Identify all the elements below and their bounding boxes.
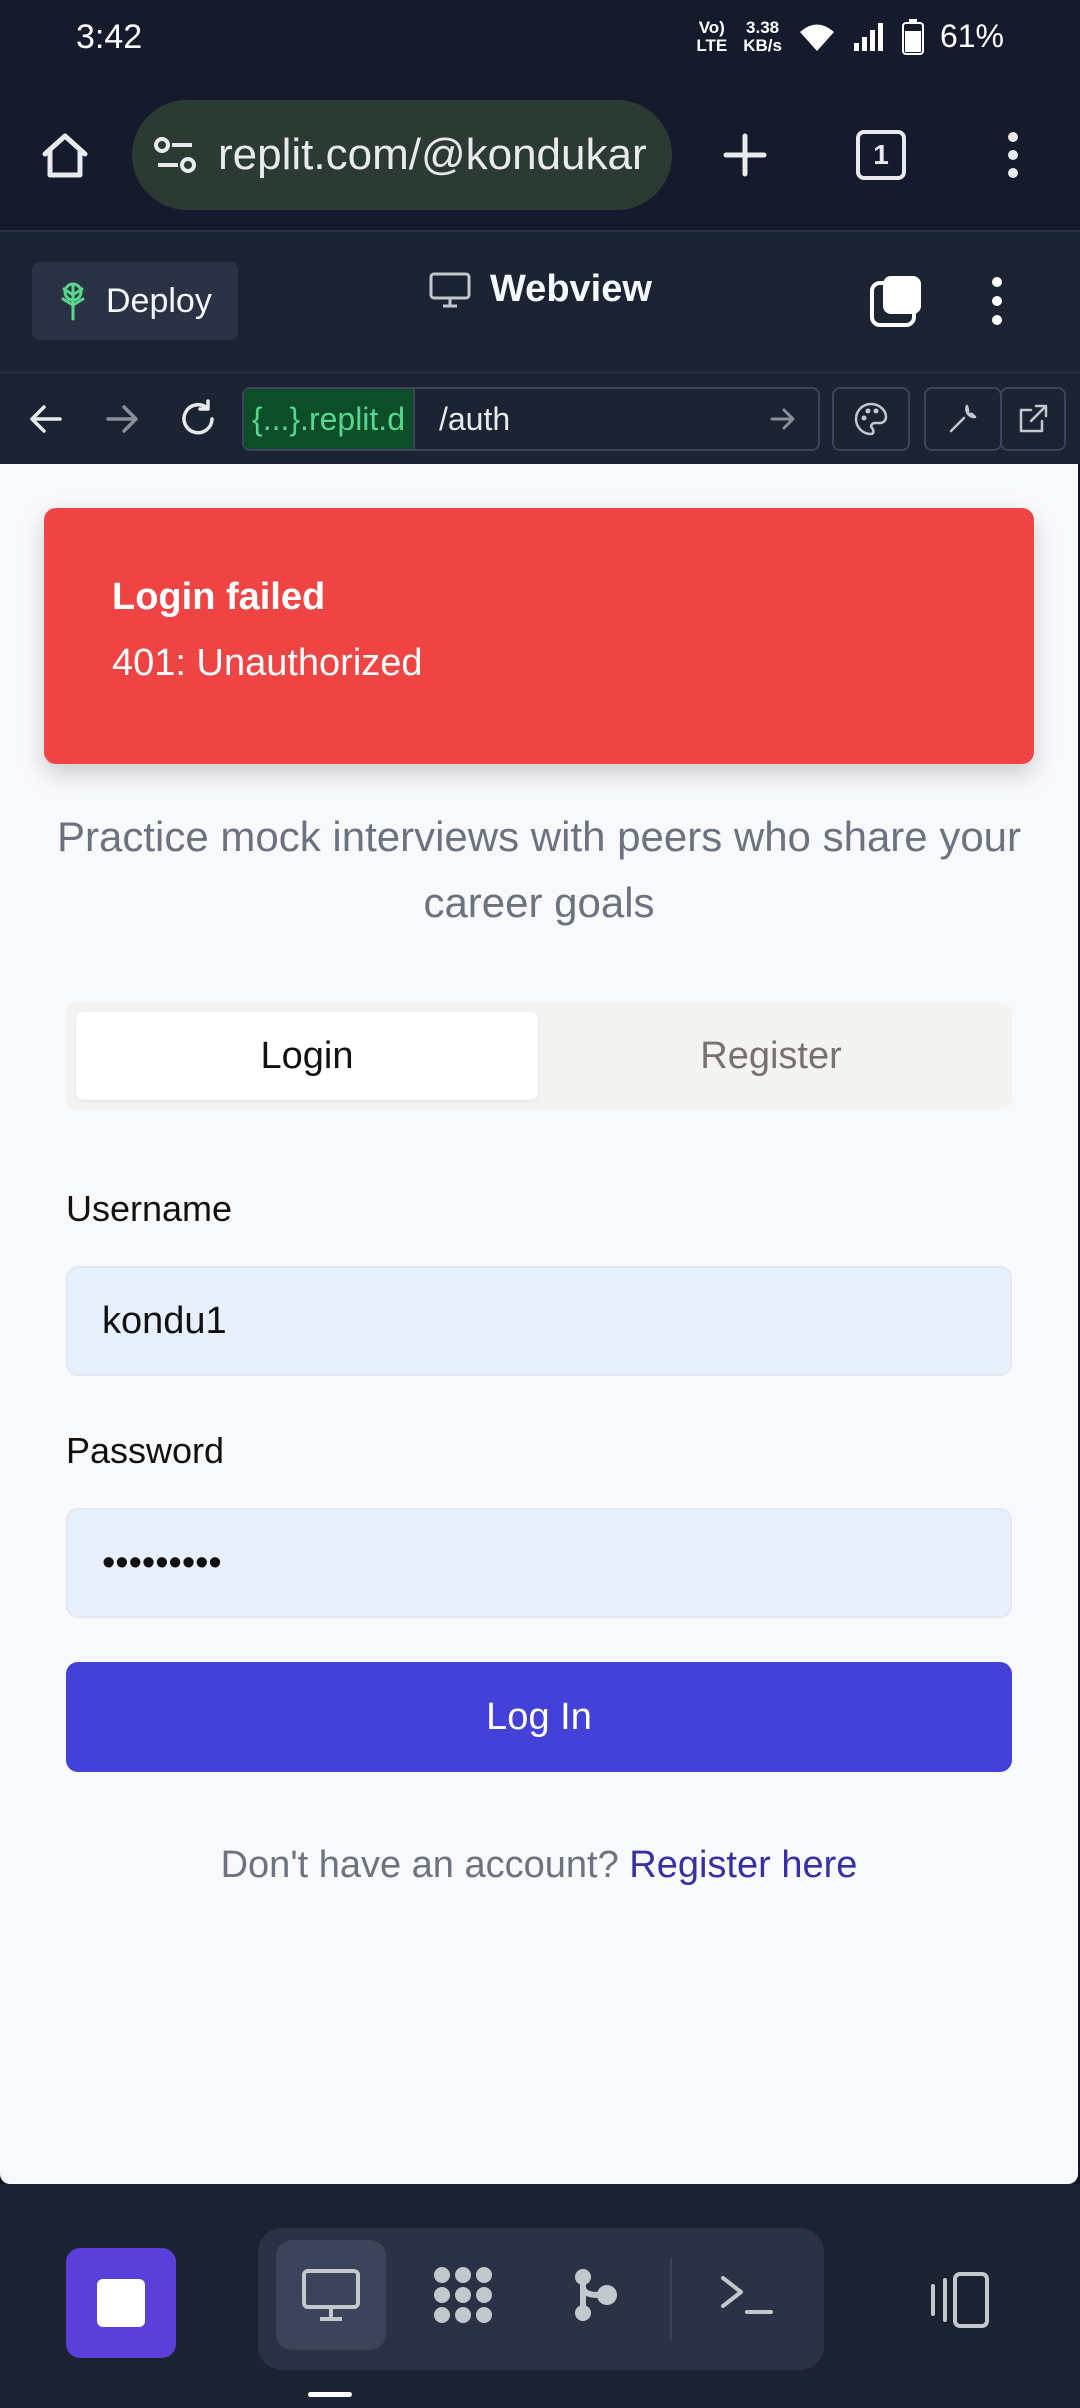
- battery-percent: 61%: [939, 18, 1004, 54]
- deploy-icon: [61, 282, 85, 321]
- webview-navigation-bar: {...}.replit.d /auth: [0, 372, 1080, 464]
- shell-pane-button[interactable]: [692, 2240, 802, 2350]
- gesture-handle[interactable]: [308, 2392, 352, 2397]
- webview-pane-button[interactable]: [276, 2240, 386, 2350]
- more-menu-icon[interactable]: [978, 120, 1048, 190]
- new-tab-icon[interactable]: [710, 120, 780, 190]
- replit-header: Deploy Webview: [0, 232, 1080, 372]
- pane-menu-icon[interactable]: [962, 266, 1032, 336]
- stop-icon: [97, 2279, 145, 2327]
- webview-path: /auth: [412, 389, 768, 449]
- deploy-button[interactable]: Deploy: [32, 262, 238, 340]
- tagline: Practice mock interviews with peers who …: [56, 813, 1022, 926]
- status-time: 3:42: [76, 18, 143, 56]
- password-value: •••••••••: [102, 1541, 222, 1584]
- deploy-label: Deploy: [106, 281, 212, 320]
- username-label: Username: [66, 1188, 233, 1229]
- pane-switcher: [258, 2228, 824, 2370]
- login-button[interactable]: Log In: [66, 1662, 1012, 1772]
- username-value: kondu1: [102, 1299, 227, 1342]
- webview-domain: {...}.replit.d: [244, 389, 413, 449]
- wifi-icon: [799, 24, 834, 51]
- username-input[interactable]: kondu1: [66, 1266, 1012, 1376]
- tabs-overview-icon[interactable]: [862, 266, 932, 336]
- battery-icon: [901, 18, 924, 55]
- network-speed: 3.38 KB/s: [743, 17, 782, 55]
- pane-divider: [670, 2258, 672, 2340]
- go-arrow-icon[interactable]: [768, 404, 798, 434]
- address-bar[interactable]: replit.com/@kondukar: [132, 100, 672, 210]
- back-arrow-icon[interactable]: [16, 389, 76, 449]
- terminal-icon: [721, 2276, 773, 2314]
- webview-title-text: Webview: [490, 268, 652, 310]
- register-prompt: Don't have an account? Register here: [0, 1844, 1078, 1887]
- password-input[interactable]: •••••••••: [66, 1508, 1012, 1618]
- devtools-wrench-icon[interactable]: [924, 387, 1002, 451]
- split-pane-icon[interactable]: [920, 2260, 1000, 2340]
- reload-icon[interactable]: [168, 389, 228, 449]
- password-label: Password: [66, 1430, 225, 1471]
- webview-content: Login failed 401: Unauthorized Practice …: [0, 464, 1078, 2184]
- stop-button[interactable]: [66, 2248, 176, 2358]
- site-settings-icon[interactable]: [152, 135, 200, 175]
- tab-count: 1: [856, 130, 906, 180]
- monitor-icon: [429, 272, 471, 307]
- auth-tabs: Login Register: [66, 1002, 1012, 1110]
- git-branch-icon: [575, 2269, 617, 2321]
- status-icons: Vo) LTE 3.38 KB/s 61%: [696, 18, 1004, 55]
- replit-bottom-bar: [0, 2184, 1080, 2408]
- git-pane-button[interactable]: [540, 2240, 650, 2350]
- home-icon[interactable]: [30, 120, 100, 190]
- forward-arrow-icon[interactable]: [92, 389, 152, 449]
- tab-register[interactable]: Register: [540, 1012, 1002, 1100]
- tab-switcher-button[interactable]: 1: [846, 120, 916, 190]
- address-text: replit.com/@kondukar: [218, 130, 647, 179]
- status-bar: 3:42 Vo) LTE 3.38 KB/s 61%: [0, 0, 1080, 80]
- tab-login[interactable]: Login: [76, 1012, 538, 1100]
- toast-title: Login failed: [112, 576, 326, 618]
- register-prompt-text: Don't have an account?: [220, 1844, 630, 1886]
- volte-indicator: Vo) LTE: [696, 17, 728, 55]
- error-toast: Login failed 401: Unauthorized: [44, 508, 1034, 764]
- browser-toolbar: replit.com/@kondukar 1: [0, 80, 1080, 232]
- webview-tab-title: Webview: [428, 268, 652, 311]
- webview-url-input[interactable]: {...}.replit.d /auth: [242, 387, 820, 451]
- agent-icon: [434, 2267, 492, 2323]
- monitor-icon: [302, 2269, 360, 2321]
- register-link[interactable]: Register here: [629, 1844, 857, 1886]
- agent-pane-button[interactable]: [408, 2240, 518, 2350]
- open-external-icon[interactable]: [1000, 387, 1066, 451]
- signal-icon: [853, 22, 883, 51]
- toast-message: 401: Unauthorized: [112, 642, 423, 684]
- palette-icon[interactable]: [832, 387, 910, 451]
